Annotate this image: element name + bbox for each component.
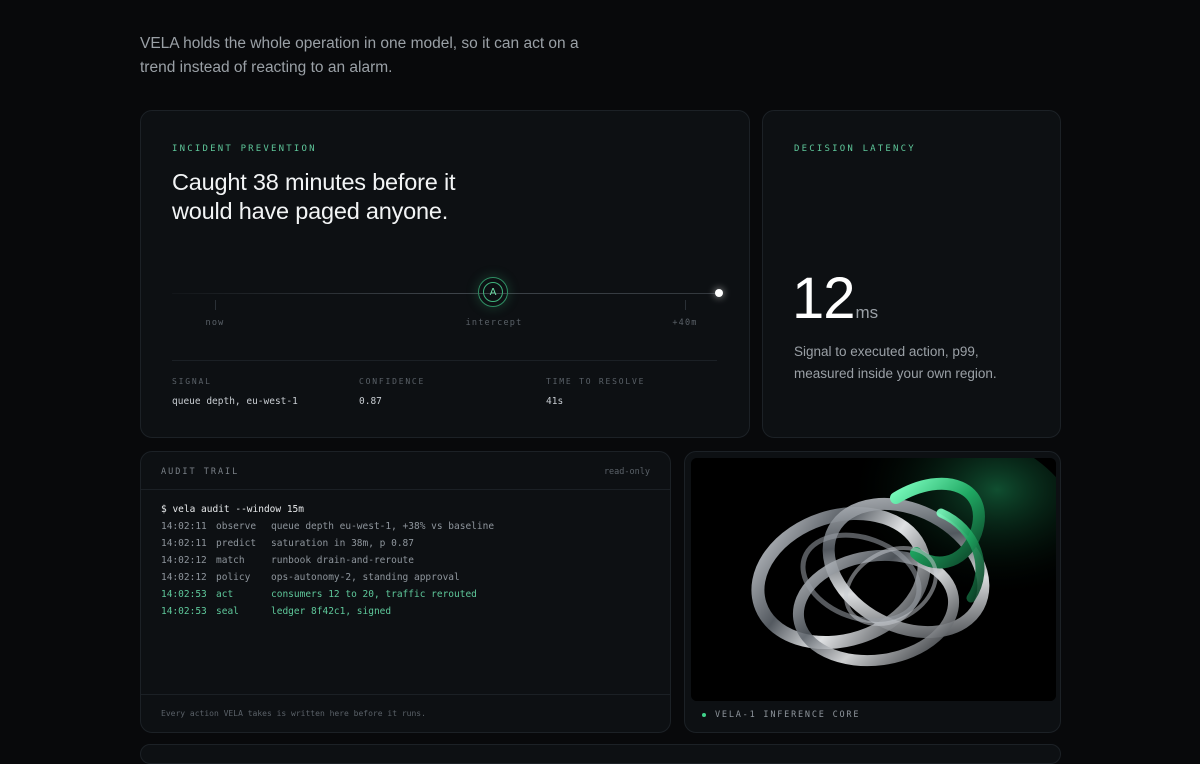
audit-log[interactable]: $ vela audit --window 15m 14:02:11 observ… bbox=[161, 504, 494, 623]
timeline-label-intercept: intercept bbox=[465, 318, 523, 328]
latency-value: 12ms bbox=[792, 267, 878, 345]
log-text: ops-autonomy-2, standing approval bbox=[271, 572, 460, 583]
knot-illustration bbox=[691, 458, 1056, 701]
log-row: 14:02:11 predict saturation in 38m, p 0.87 bbox=[161, 538, 494, 555]
audit-header: AUDIT TRAIL read-only bbox=[141, 452, 670, 490]
latency-description: Signal to executed action, p99, measured… bbox=[794, 344, 997, 381]
latency-eyebrow: DECISION LATENCY bbox=[794, 144, 916, 154]
log-row-highlighted: 14:02:53 seal ledger 8f42c1, signed bbox=[161, 606, 494, 623]
timeline-tick-end bbox=[685, 300, 686, 310]
log-kind: seal bbox=[216, 606, 239, 617]
timeline-label-end: +40m bbox=[672, 318, 698, 328]
intercept-marker[interactable]: A bbox=[478, 277, 508, 307]
stat-time-to-resolve: TIME TO RESOLVE 41s bbox=[546, 377, 645, 407]
log-row: 14:02:12 policy ops-autonomy-2, standing a… bbox=[161, 572, 494, 589]
core-label: VELA-1 INFERENCE CORE bbox=[702, 710, 860, 720]
stat-label: CONFIDENCE bbox=[359, 377, 426, 386]
log-kind: match bbox=[216, 555, 245, 566]
log-text: saturation in 38m, p 0.87 bbox=[271, 538, 414, 549]
latency-unit: ms bbox=[855, 303, 879, 322]
audit-mode-badge: read-only bbox=[603, 467, 650, 477]
timeline-tick-now bbox=[215, 300, 216, 310]
log-time: 14:02:53 bbox=[161, 589, 207, 600]
decision-latency-card: DECISION LATENCY 12ms Signal to executed… bbox=[762, 110, 1061, 438]
incident-prevention-card: INCIDENT PREVENTION Caught 38 minutes be… bbox=[140, 110, 750, 438]
log-row: 14:02:12 match runbook drain-and-reroute bbox=[161, 555, 494, 572]
incident-divider bbox=[172, 360, 717, 361]
audit-command: $ vela audit --window 15m bbox=[161, 504, 304, 515]
incident-timeline: now intercept +40m A bbox=[172, 274, 732, 334]
incident-headline: Caught 38 minutes before it would have p… bbox=[172, 169, 456, 224]
inference-core-card: VELA-1 INFERENCE CORE bbox=[684, 451, 1061, 733]
next-section-card bbox=[140, 744, 1061, 764]
log-text: runbook drain-and-reroute bbox=[271, 555, 414, 566]
stat-value: 41s bbox=[546, 396, 564, 407]
timeline-label-now: now bbox=[205, 318, 225, 328]
audit-title: AUDIT TRAIL bbox=[161, 467, 240, 477]
inference-core-render bbox=[691, 458, 1056, 701]
log-kind: predict bbox=[216, 538, 257, 549]
stat-confidence: CONFIDENCE 0.87 bbox=[359, 377, 425, 407]
stat-signal: SIGNAL queue depth, eu-west-1 bbox=[172, 377, 298, 407]
log-row-highlighted: 14:02:53 act consumers 12 to 20, traffic r… bbox=[161, 589, 494, 606]
timeline-track bbox=[172, 293, 720, 294]
stat-label: TIME TO RESOLVE bbox=[546, 377, 646, 386]
intro-text: VELA holds the whole operation in one mo… bbox=[140, 34, 579, 76]
stat-label: SIGNAL bbox=[172, 377, 212, 386]
log-time: 14:02:12 bbox=[161, 555, 207, 566]
log-time: 14:02:11 bbox=[161, 538, 207, 549]
log-text: ledger 8f42c1, signed bbox=[271, 606, 392, 617]
log-time: 14:02:12 bbox=[161, 572, 207, 583]
log-time: 14:02:53 bbox=[161, 606, 207, 617]
incident-eyebrow: INCIDENT PREVENTION bbox=[172, 144, 317, 154]
audit-footer: Every action VELA takes is written here … bbox=[141, 694, 670, 732]
audit-trail-card: AUDIT TRAIL read-only $ vela audit --win… bbox=[140, 451, 671, 733]
log-row: 14:02:11 observe queue depth eu-west-1, +3… bbox=[161, 521, 494, 538]
log-kind: observe bbox=[216, 521, 257, 532]
timeline-end-dot bbox=[715, 289, 723, 297]
log-kind: act bbox=[216, 589, 234, 600]
log-kind: policy bbox=[216, 572, 251, 583]
latency-number: 12 bbox=[792, 266, 856, 331]
intercept-icon: A bbox=[483, 282, 503, 302]
stat-value: queue depth, eu-west-1 bbox=[172, 396, 298, 407]
log-text: consumers 12 to 20, traffic rerouted bbox=[271, 589, 477, 600]
stat-value: 0.87 bbox=[359, 396, 382, 407]
log-text: queue depth eu-west-1, +38% vs baseline bbox=[271, 521, 495, 532]
status-dot-icon bbox=[702, 713, 706, 717]
audit-footer-text: Every action VELA takes is written here … bbox=[161, 709, 426, 718]
core-label-text: VELA-1 INFERENCE CORE bbox=[715, 710, 861, 720]
log-time: 14:02:11 bbox=[161, 521, 207, 532]
